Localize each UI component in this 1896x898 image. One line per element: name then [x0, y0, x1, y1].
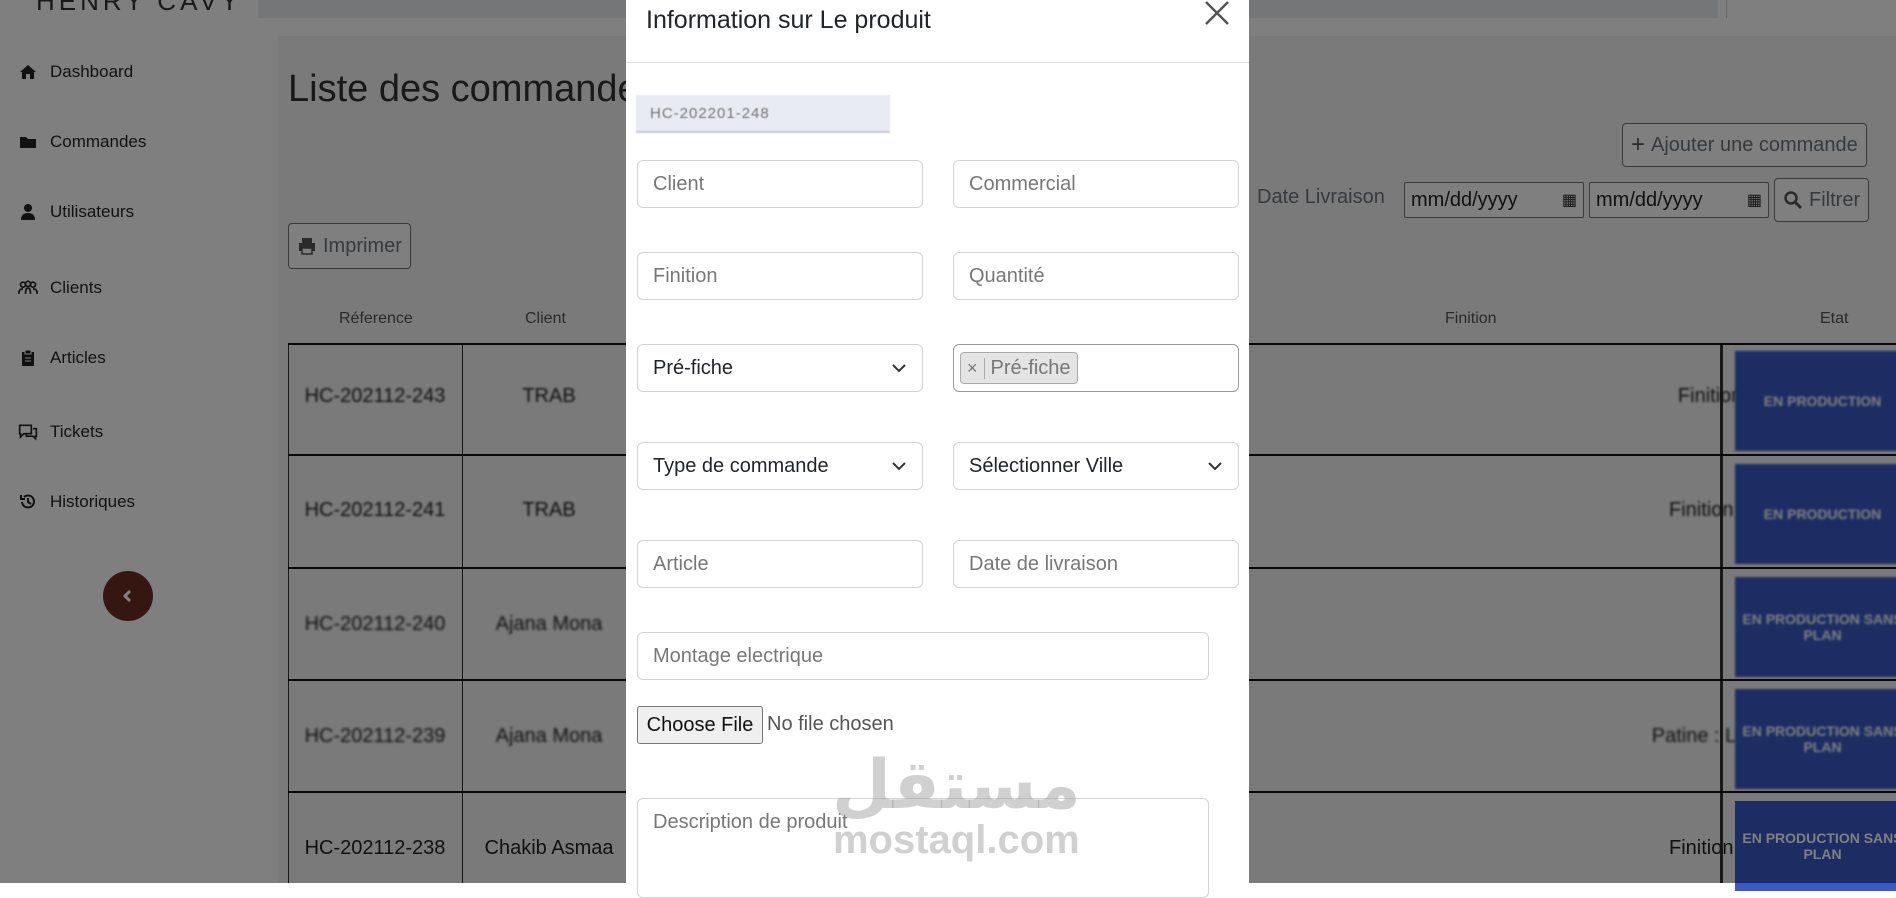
close-icon	[1205, 1, 1229, 25]
remove-tag-icon[interactable]: ×	[961, 357, 985, 379]
prefiche-tag-label: Pré-fiche	[990, 356, 1071, 379]
choose-file-button[interactable]: Choose File	[637, 706, 763, 744]
order-type-select[interactable]: Type de commande	[637, 442, 923, 490]
modal-title: Information sur Le produit	[646, 6, 931, 34]
electrical-assembly-input[interactable]: Montage electrique	[637, 632, 1209, 680]
modal-header: Information sur Le produit	[626, 0, 1249, 63]
close-button[interactable]	[1204, 0, 1234, 30]
product-description-textarea[interactable]: Description de produit	[637, 798, 1209, 898]
prefiche-multiselect[interactable]: × Pré-fiche	[953, 344, 1239, 392]
file-status-text: No file chosen	[767, 713, 894, 735]
delivery-date-input[interactable]: Date de livraison	[953, 540, 1239, 588]
prefiche-select[interactable]: Pré-fiche	[637, 344, 923, 392]
prefiche-select-value: Pré-fiche	[653, 356, 734, 379]
product-info-modal: Information sur Le produit HC-202201-248…	[626, 0, 1249, 898]
chevron-down-icon	[892, 364, 906, 373]
chevron-down-icon	[1208, 462, 1222, 471]
article-input[interactable]: Article	[637, 540, 923, 588]
city-select-value: Sélectionner Ville	[969, 454, 1124, 477]
order-type-value: Type de commande	[653, 454, 829, 477]
quantity-input[interactable]: Quantité	[953, 252, 1239, 300]
product-reference: HC-202201-248	[636, 95, 890, 133]
commercial-input[interactable]: Commercial	[953, 160, 1239, 208]
client-input[interactable]: Client	[637, 160, 923, 208]
city-select[interactable]: Sélectionner Ville	[953, 442, 1239, 490]
prefiche-tag: × Pré-fiche	[960, 352, 1078, 384]
finition-input[interactable]: Finition	[637, 252, 923, 300]
chevron-down-icon	[892, 462, 906, 471]
